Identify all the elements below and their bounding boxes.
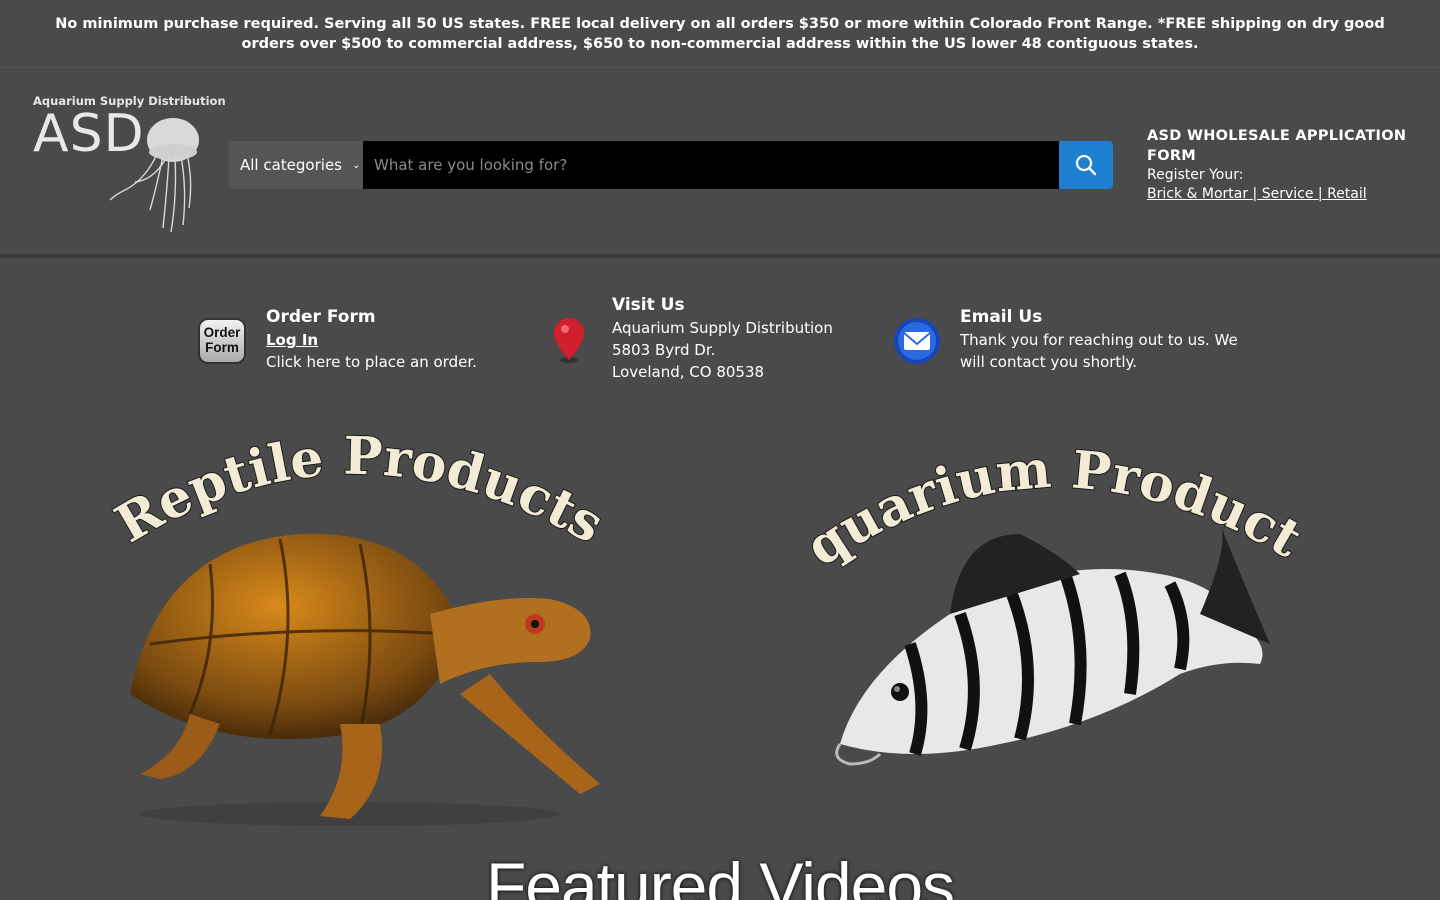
announcement-bar: No minimum purchase required. Serving al…	[0, 0, 1440, 68]
site-header: Aquarium Supply Distribution ASD All cat…	[0, 68, 1440, 258]
wholesale-register-links[interactable]: Brick & Mortar | Service | Retail	[1147, 184, 1407, 204]
order-form-block: Order Form Log In Click here to place an…	[266, 305, 477, 373]
aquarium-products-banner[interactable]: Aquarium Products	[778, 375, 1313, 844]
announcement-text: No minimum purchase required. Serving al…	[55, 15, 1385, 52]
turtle-icon	[130, 533, 600, 826]
login-link[interactable]: Log In	[266, 329, 477, 351]
visit-us-block: Visit Us Aquarium Supply Distribution 58…	[612, 293, 833, 383]
pleco-fish-icon	[835, 524, 1270, 766]
featured-videos-heading: Featured Videos	[485, 849, 955, 900]
wholesale-application: ASD WHOLESALE APPLICATION FORM Register …	[1147, 126, 1407, 204]
order-form-description: Click here to place an order.	[266, 353, 477, 371]
search-input[interactable]	[363, 141, 1059, 189]
order-form-badge-line1: Order	[203, 325, 241, 340]
email-us-line-1: Thank you for reaching out to us. We	[960, 331, 1238, 349]
reptile-products-art: Reptile Products	[104, 425, 615, 826]
map-pin-icon	[552, 316, 586, 368]
visit-us-title: Visit Us	[612, 295, 685, 315]
wholesale-register-label: Register Your:	[1147, 167, 1244, 183]
reptile-products-title: Reptile Products	[105, 426, 613, 556]
info-strip: Order Form Order Form Log In Click here …	[0, 262, 1440, 422]
category-select[interactable]: All categories ⌄	[229, 141, 363, 189]
jellyfish-icon	[109, 118, 199, 233]
email-icon[interactable]	[893, 317, 941, 369]
search-button[interactable]	[1059, 141, 1113, 189]
chevron-down-icon: ⌄	[352, 159, 361, 171]
site-logo[interactable]: Aquarium Supply Distribution ASD	[33, 94, 226, 239]
category-select-label: All categories	[240, 156, 342, 174]
visit-us-line-2: 5803 Byrd Dr.	[612, 341, 716, 359]
search-bar: All categories ⌄	[229, 141, 1113, 189]
aquarium-products-art: Aquarium Products	[778, 375, 1313, 766]
order-form-badge-line2: Form	[205, 340, 239, 355]
visit-us-line-1: Aquarium Supply Distribution	[612, 319, 833, 337]
visit-us-line-3: Loveland, CO 80538	[612, 363, 765, 381]
reptile-products-banner[interactable]: Reptile Products	[100, 424, 620, 844]
search-icon	[1075, 154, 1097, 176]
email-us-line-2: will contact you shortly.	[960, 353, 1137, 371]
email-us-block: Email Us Thank you for reaching out to u…	[960, 305, 1238, 373]
wholesale-title[interactable]: ASD WHOLESALE APPLICATION FORM	[1147, 126, 1407, 166]
order-form-icon[interactable]: Order Form	[198, 318, 246, 368]
email-us-title[interactable]: Email Us	[960, 305, 1238, 329]
order-form-title: Order Form	[266, 307, 376, 327]
